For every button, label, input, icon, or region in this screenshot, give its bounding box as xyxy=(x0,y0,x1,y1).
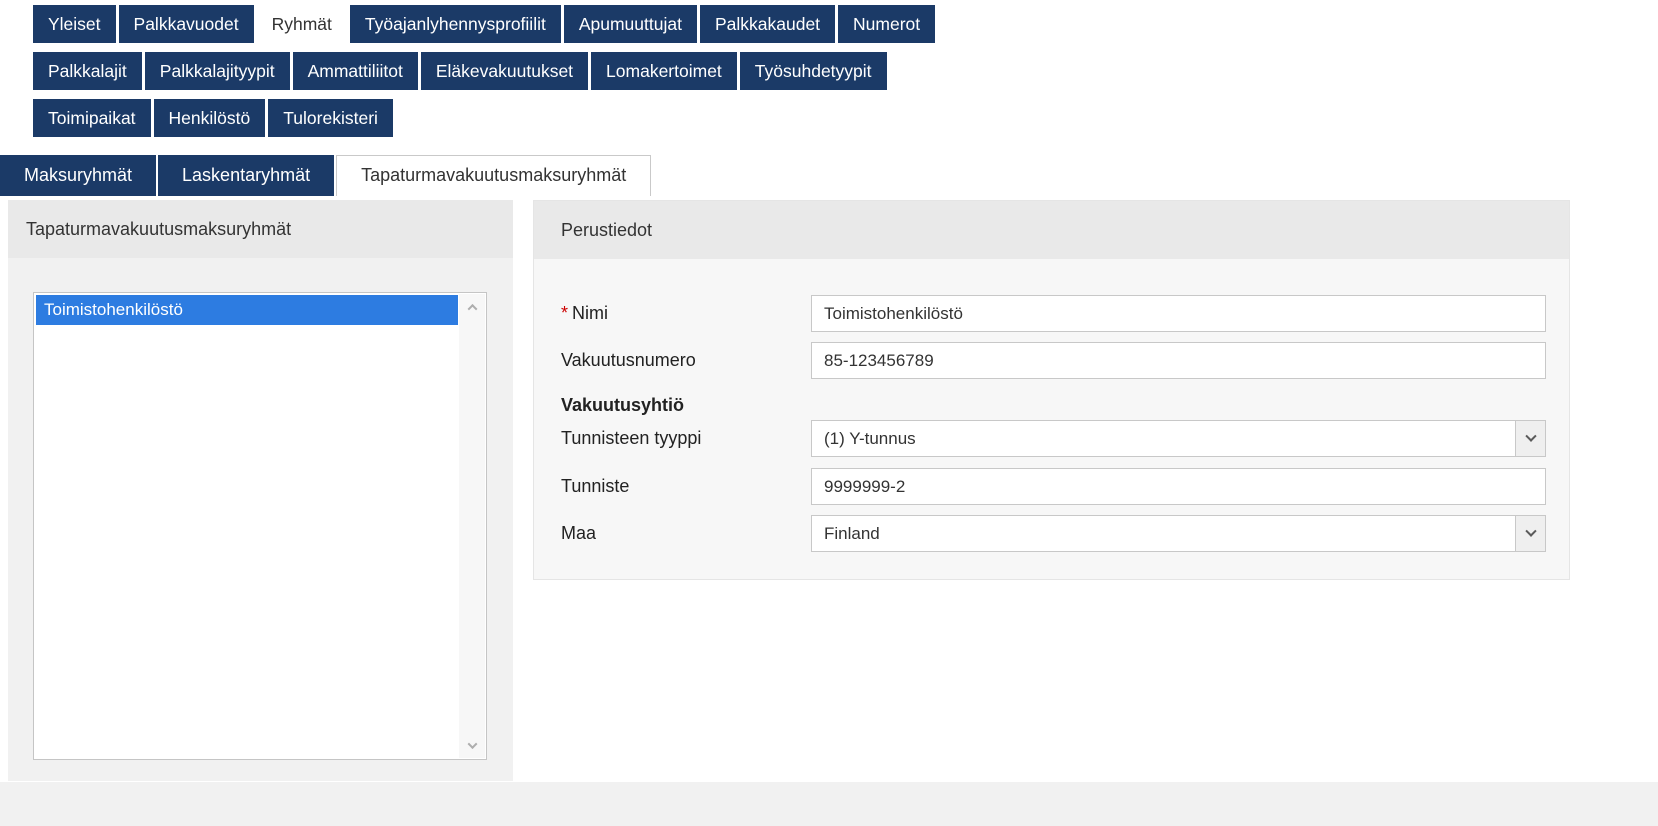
tab-toimipaikat[interactable]: Toimipaikat xyxy=(33,99,151,137)
main-tabs-row-2: Palkkalajit Palkkalajityypit Ammattiliit… xyxy=(33,52,887,90)
chevron-down-icon xyxy=(1525,525,1536,536)
tab-numerot[interactable]: Numerot xyxy=(838,5,935,43)
scroll-up-button[interactable] xyxy=(459,294,485,320)
main-tabs-row-3: Toimipaikat Henkilöstö Tulorekisteri xyxy=(33,99,393,137)
tab-palkkakaudet[interactable]: Palkkakaudet xyxy=(700,5,835,43)
tab-palkkalajityypit[interactable]: Palkkalajityypit xyxy=(145,52,290,90)
app-page: Yleiset Palkkavuodet Ryhmät Työajanlyhen… xyxy=(0,0,1658,826)
tunnisteen-tyyppi-dropdown-button[interactable] xyxy=(1515,421,1545,456)
main-tabs-row-1: Yleiset Palkkavuodet Ryhmät Työajanlyhen… xyxy=(33,5,935,43)
group-list-panel: Tapaturmavakuutusmaksuryhmät Toimistohen… xyxy=(8,200,513,781)
list-item[interactable]: Toimistohenkilöstö xyxy=(36,295,458,325)
sub-tabs: Maksuryhmät Laskentaryhmät Tapaturmavaku… xyxy=(0,155,651,196)
tab-palkkalajit[interactable]: Palkkalajit xyxy=(33,52,142,90)
bottom-panel xyxy=(0,782,1658,826)
basic-info-panel: Perustiedot *Nimi Vakuutusnumero Vakuutu… xyxy=(533,200,1570,580)
chevron-down-icon xyxy=(467,739,477,749)
chevron-down-icon xyxy=(1525,430,1536,441)
tab-tulorekisteri[interactable]: Tulorekisteri xyxy=(268,99,393,137)
tab-yleiset[interactable]: Yleiset xyxy=(33,5,116,43)
maa-select[interactable]: Finland xyxy=(811,515,1546,552)
tunniste-label: Tunniste xyxy=(561,468,629,505)
maa-label: Maa xyxy=(561,515,596,552)
subtab-maksuryhmat[interactable]: Maksuryhmät xyxy=(0,155,156,196)
nimi-input[interactable] xyxy=(811,295,1546,332)
tunnisteen-tyyppi-value: (1) Y-tunnus xyxy=(812,429,1515,449)
maa-dropdown-button[interactable] xyxy=(1515,516,1545,551)
tab-lomakertoimet[interactable]: Lomakertoimet xyxy=(591,52,737,90)
basic-info-panel-title: Perustiedot xyxy=(534,201,1569,259)
nimi-label: *Nimi xyxy=(561,295,608,332)
listbox-scrollbar[interactable] xyxy=(459,294,485,758)
vakuutusnumero-input[interactable] xyxy=(811,342,1546,379)
required-mark: * xyxy=(561,303,568,323)
tab-tyoajanlyhennysprofiilit[interactable]: Työajanlyhennysprofiilit xyxy=(350,5,561,43)
tunnisteen-tyyppi-label: Tunnisteen tyyppi xyxy=(561,420,701,457)
tab-ammattiliitot[interactable]: Ammattiliitot xyxy=(293,52,418,90)
vakuutusyhtio-section-label: Vakuutusyhtiö xyxy=(561,387,684,424)
maa-value: Finland xyxy=(812,524,1515,544)
subtab-tapaturmavakuutusmaksuryhmat[interactable]: Tapaturmavakuutusmaksuryhmät xyxy=(336,155,651,196)
tunnisteen-tyyppi-select[interactable]: (1) Y-tunnus xyxy=(811,420,1546,457)
subtab-laskentaryhmat[interactable]: Laskentaryhmät xyxy=(158,155,334,196)
group-listbox[interactable]: Toimistohenkilöstö xyxy=(33,292,487,760)
scroll-down-button[interactable] xyxy=(459,732,485,758)
nimi-label-text: Nimi xyxy=(572,303,608,323)
tab-apumuuttujat[interactable]: Apumuuttujat xyxy=(564,5,697,43)
tab-elakevakuutukset[interactable]: Eläkevakuutukset xyxy=(421,52,588,90)
chevron-up-icon xyxy=(467,303,477,313)
tab-tyosuhdetyypit[interactable]: Työsuhdetyypit xyxy=(740,52,887,90)
tab-henkilosto[interactable]: Henkilöstö xyxy=(154,99,266,137)
tab-ryhmat[interactable]: Ryhmät xyxy=(257,5,347,43)
tab-palkkavuodet[interactable]: Palkkavuodet xyxy=(119,5,254,43)
group-list-panel-title: Tapaturmavakuutusmaksuryhmät xyxy=(8,200,513,258)
tunniste-input[interactable] xyxy=(811,468,1546,505)
vakuutusnumero-label: Vakuutusnumero xyxy=(561,342,696,379)
